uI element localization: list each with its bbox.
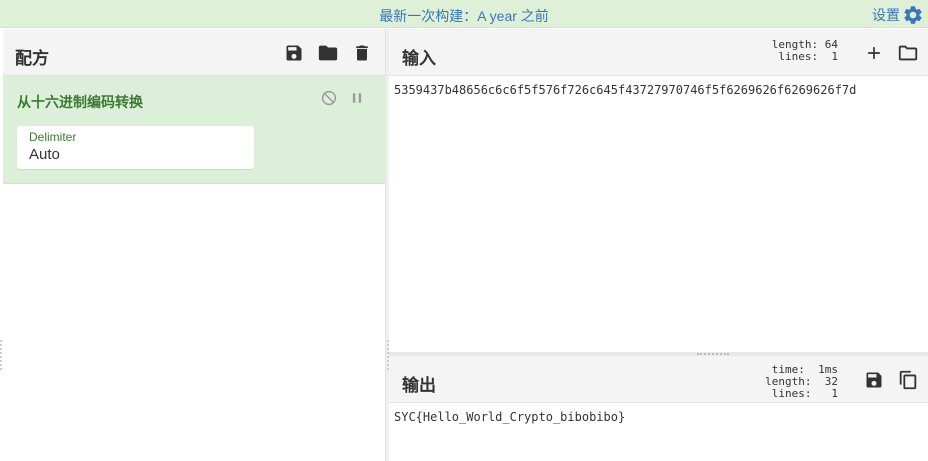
load-recipe-button[interactable] — [315, 40, 341, 66]
settings-button[interactable]: 设置 — [872, 4, 924, 26]
pause-icon — [352, 93, 362, 103]
save-output-button[interactable] — [861, 367, 887, 393]
output-stats: time: 1ms length: 32 lines: 1 — [759, 364, 838, 400]
delimiter-label: Delimiter — [29, 130, 77, 144]
plus-icon — [868, 47, 880, 59]
delimiter-field[interactable]: Delimiter Auto — [17, 126, 254, 169]
add-input-button[interactable] — [861, 40, 887, 66]
save-icon — [866, 372, 882, 388]
delimiter-value: Auto — [29, 146, 60, 163]
input-header: 输入 length: 64 lines: 1 — [389, 29, 928, 76]
open-file-button[interactable] — [895, 40, 921, 66]
output-title: 输出 — [402, 376, 436, 395]
save-icon — [286, 45, 302, 61]
output-header: 输出 time: 1ms length: 32 lines: 1 — [389, 356, 928, 403]
output-textarea[interactable]: SYC{Hello_World_Crypto_bibobibo} — [394, 410, 625, 424]
operation-card[interactable]: 从十六进制编码转换 Delimiter Auto — [3, 76, 386, 184]
input-stats: length: 64 lines: 1 — [772, 39, 838, 63]
operation-name: 从十六进制编码转换 — [17, 94, 143, 110]
output-lines: lines: 1 — [765, 387, 838, 400]
disable-icon — [321, 90, 337, 106]
disable-operation-button[interactable] — [316, 85, 342, 111]
copy-icon — [899, 370, 917, 390]
clear-recipe-button[interactable] — [349, 40, 375, 66]
copy-output-button[interactable] — [895, 367, 921, 393]
build-info-text: 最新一次构建：A year 之前 — [379, 8, 549, 24]
recipe-panel: 配方 从十六进制编码转换 Delimiter Auto — [3, 29, 386, 461]
breakpoint-button[interactable] — [344, 85, 370, 111]
recipe-title: 配方 — [15, 49, 49, 68]
trash-icon — [356, 45, 368, 61]
io-panel: 输入 length: 64 lines: 1 5359437b48656c6c6… — [389, 29, 928, 461]
input-lines: lines: 1 — [771, 50, 838, 63]
resize-handle-left[interactable] — [0, 340, 2, 370]
input-title: 输入 — [402, 49, 436, 68]
folder-icon — [318, 45, 338, 61]
top-banner: 最新一次构建：A year 之前 设置 — [0, 0, 928, 28]
recipe-header: 配方 — [3, 29, 385, 76]
input-textarea[interactable]: 5359437b48656c6c6f5f576f726c645f43727970… — [394, 83, 856, 97]
gear-icon — [904, 6, 922, 24]
folder-open-icon — [898, 45, 918, 61]
save-recipe-button[interactable] — [281, 40, 307, 66]
splitter-grip[interactable] — [697, 353, 729, 355]
settings-label: 设置 — [872, 7, 900, 23]
